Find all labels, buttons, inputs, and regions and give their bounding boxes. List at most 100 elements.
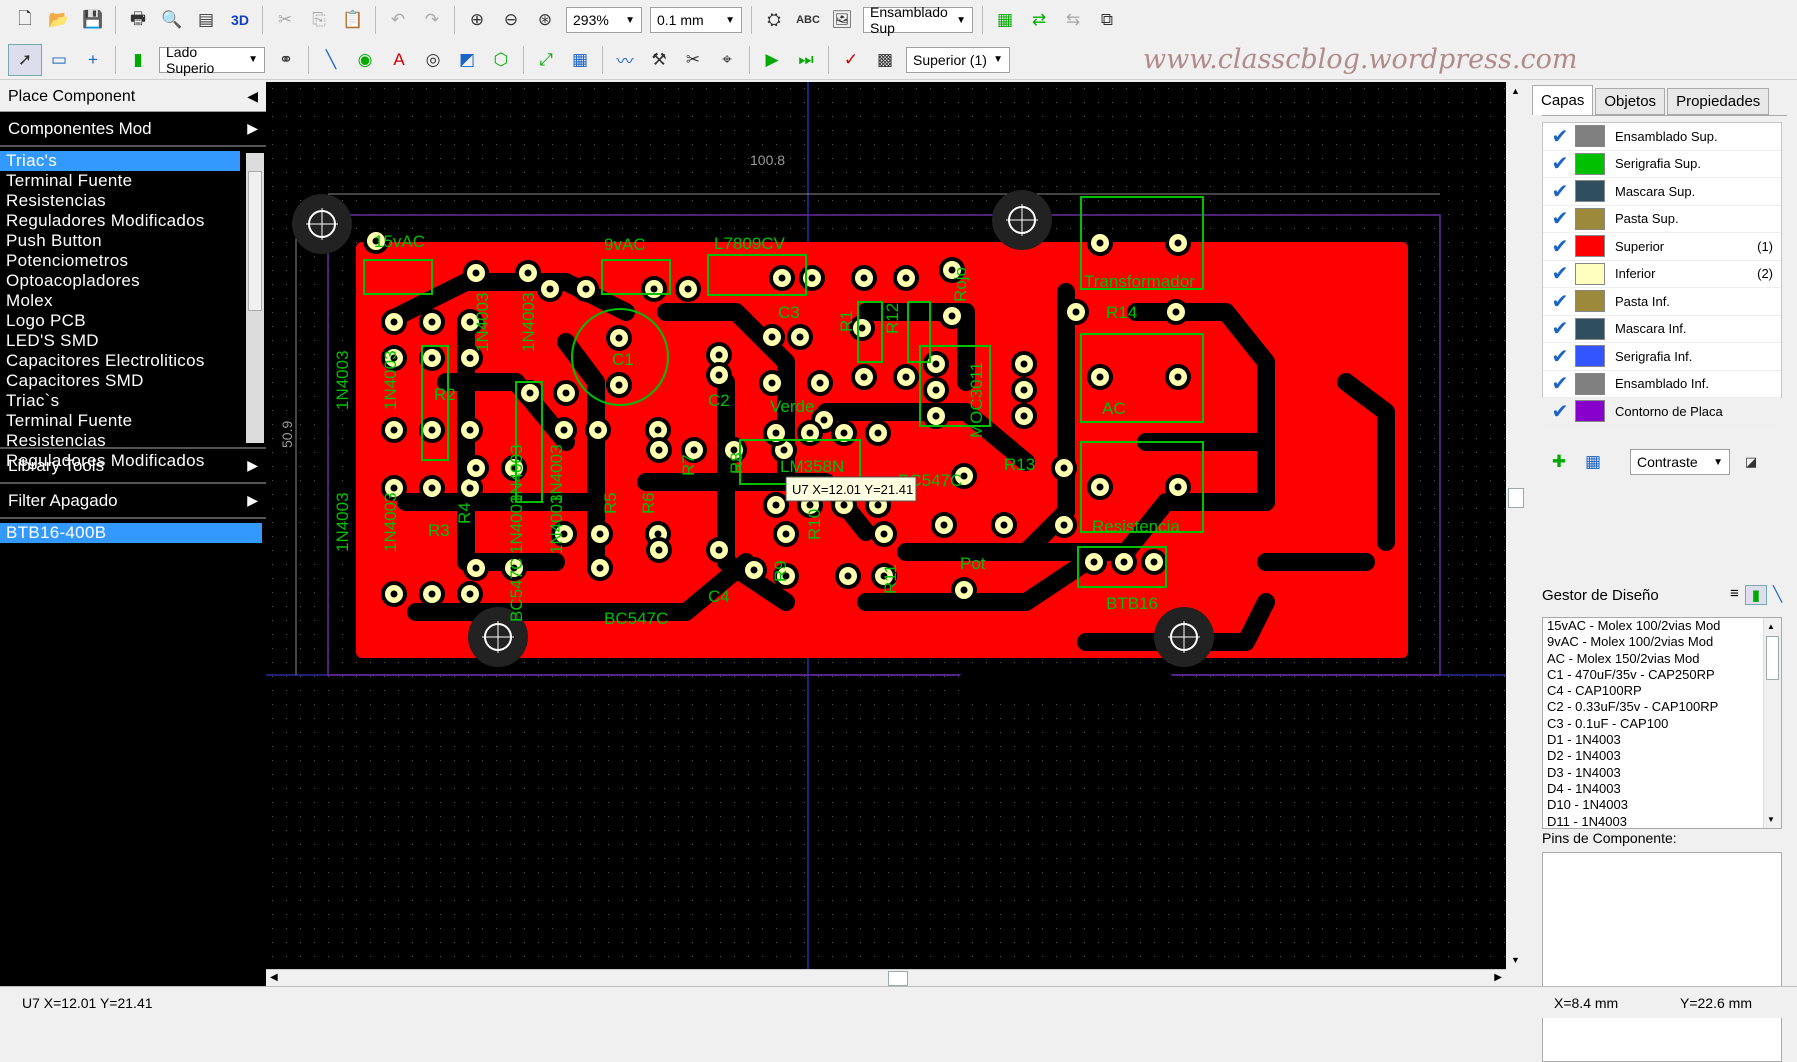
contrast-select[interactable]: Contraste ▼ [1630,449,1730,475]
layer-color-swatch[interactable] [1575,235,1605,258]
grid-select[interactable]: 0.1 mm ▼ [650,7,742,33]
check-icon[interactable]: ✔ [1549,345,1571,368]
scroll-left-icon[interactable]: ◀ [270,972,278,983]
design-list-item[interactable]: D3 - 1N4003 [1543,765,1781,781]
zoom-in-icon[interactable]: ⊕ [460,4,494,36]
layer-color-swatch[interactable] [1575,345,1605,368]
design-list-item[interactable]: D4 - 1N4003 [1543,781,1781,797]
layer-color-swatch[interactable] [1575,180,1605,203]
design-list-item[interactable]: D2 - 1N4003 [1543,748,1781,764]
layer-row[interactable]: ✔ Serigrafia Sup. [1543,151,1781,178]
autoroute-icon[interactable]: ⚒ [642,44,676,76]
library-item[interactable]: Capacitores SMD [0,371,240,391]
run-icon[interactable]: ▶ [755,44,789,76]
pcb-drawing[interactable]: 15vAC 9vAC L7809CV C3 C1 C2 R1 R12 R13 R14 R2 R3 R4 R… [266,82,1506,969]
table-icon[interactable]: ▦ [563,44,597,76]
design-list-item[interactable]: 9vAC - Molex 100/2vias Mod [1543,634,1781,650]
filter-header[interactable]: Filter Apagado ▶ [0,484,266,519]
zoom-select[interactable]: 293% ▼ [566,7,642,33]
drc-icon[interactable]: ✓ [834,44,868,76]
tab-capas[interactable]: Capas [1532,85,1594,115]
cut-icon[interactable]: ✂ [268,4,302,36]
design-list-item[interactable]: D11 - 1N4003 [1543,814,1781,828]
binoculars-icon[interactable]: ⚭ [269,44,303,76]
layer-row[interactable]: ✔ Pasta Sup. [1543,206,1781,233]
place-component-header[interactable]: Place Component ◀ [0,82,266,112]
text-icon[interactable]: A [382,44,416,76]
layer-color-swatch[interactable] [1575,152,1605,175]
layer-color-swatch[interactable] [1575,372,1605,395]
design-manager-list[interactable]: 15vAC - Molex 100/2vias Mod 9vAC - Molex … [1542,617,1782,829]
image-icon[interactable]: 🖼 [825,4,859,36]
expand-right-icon[interactable]: ▶ [247,120,258,137]
tab-objetos[interactable]: Objetos [1595,88,1666,115]
design-list-item[interactable]: D10 - 1N4003 [1543,797,1781,813]
layers-list[interactable]: ✔ Ensamblado Sup. ✔ Serigrafia Sup. ✔ Mascara… [1542,122,1782,426]
view-3d-button[interactable]: 3D [223,4,257,36]
zoom-out-icon[interactable]: ⊖ [494,4,528,36]
pcb-canvas[interactable]: 15vAC 9vAC L7809CV C3 C1 C2 R1 R12 R13 R14 R2 R3 R4 R… [266,82,1506,969]
crosshair-icon[interactable]: + [76,44,110,76]
design-list-item[interactable]: AC - Molex 150/2vias Mod [1543,651,1781,667]
check-icon[interactable]: ✔ [1549,235,1571,258]
layer-row[interactable]: ✔ Superior (1) [1543,233,1781,261]
via-icon[interactable]: ◎ [416,44,450,76]
layer-row[interactable]: ✔ Inferior (2) [1543,261,1781,288]
library-item[interactable]: Resistencias [0,191,240,211]
library-item[interactable]: Triac's [0,151,240,171]
design-list-item[interactable]: 15vAC - Molex 100/2vias Mod [1543,618,1781,634]
library-item[interactable]: Potenciometros [0,251,240,271]
library-item[interactable]: Optoacopladores [0,271,240,291]
layer-color-swatch[interactable] [1575,262,1605,285]
check-icon[interactable]: ✔ [1549,373,1571,395]
design-list-item[interactable]: C4 - CAP100RP [1543,683,1781,699]
check-icon[interactable]: ✔ [1549,180,1571,203]
list-view-icon[interactable]: ≡ [1730,585,1739,605]
design-list-item[interactable]: C1 - 470uF/35v - CAP250RP [1543,667,1781,683]
hscroll-thumb[interactable] [888,971,908,986]
paste-icon[interactable]: 📋 [336,4,370,36]
pointer-icon[interactable]: ➚ [8,43,42,76]
canvas-hscroll[interactable]: ◀ ▶ [266,969,1506,987]
print-icon[interactable]: 🖶 [121,4,155,36]
check-icon[interactable]: ✔ [1549,153,1571,175]
check-icon[interactable]: ✔ [1549,125,1571,148]
design-list-item[interactable]: D1 - 1N4003 [1543,732,1781,748]
chart-icon[interactable]: ▦ [988,4,1022,36]
redo-icon[interactable]: ↷ [415,4,449,36]
library-list[interactable]: Triac's Terminal Fuente Resistencias Regula… [0,147,266,470]
scrollbar-thumb[interactable] [248,171,262,311]
componentes-mod-header[interactable]: Componentes Mod ▶ [0,112,266,147]
run-step-icon[interactable]: ⏭ [789,44,823,76]
layer-row[interactable]: ✔ Pasta Inf. [1543,288,1781,316]
component-properties-icon[interactable]: ⛭ [757,4,791,36]
route-icon[interactable]: 〰 [608,44,642,76]
layer-view-select[interactable]: Ensamblado Sup ▼ [863,4,973,36]
layer-color-icon[interactable]: ◪ [1734,446,1768,478]
library-item[interactable]: Capacitores Electroliticos [0,351,240,371]
library-item[interactable]: LED'S SMD [0,331,240,351]
scroll-down-icon[interactable]: ▼ [1511,955,1520,965]
layer-row[interactable]: ✔ Ensamblado Inf. [1543,371,1781,398]
side-select[interactable]: Lado Superio ▼ [159,44,265,76]
layer-color-swatch[interactable] [1575,400,1605,423]
library-item[interactable]: Molex [0,291,240,311]
pad-icon[interactable]: ◉ [348,44,382,76]
copy-icon[interactable]: ⎘ [302,4,336,36]
net-view-icon[interactable]: ╲ [1773,585,1782,605]
filter-list[interactable]: BTB16-400B [0,523,266,953]
scroll-right-icon[interactable]: ▶ [1494,972,1502,983]
polygon-icon[interactable]: ⬡ [484,44,518,76]
tab-propiedades[interactable]: Propiedades [1667,88,1770,115]
check-icon[interactable]: ✔ [1549,208,1571,230]
check-icon[interactable]: ✔ [1549,263,1571,285]
layer-row[interactable]: ✔ Mascara Inf. [1543,316,1781,343]
check-icon[interactable]: ✔ [1549,318,1571,340]
layer-row[interactable]: ✔ Serigrafia Inf. [1543,343,1781,371]
filter-item-btb16[interactable]: BTB16-400B [0,523,262,543]
layer-row[interactable]: ✔ Mascara Sup. [1543,178,1781,206]
check-icon[interactable]: ✔ [1549,400,1571,423]
chip-icon[interactable]: ▮ [121,44,155,76]
component-view-icon[interactable]: ▮ [1744,585,1767,605]
save-icon[interactable]: 💾 [76,4,110,36]
